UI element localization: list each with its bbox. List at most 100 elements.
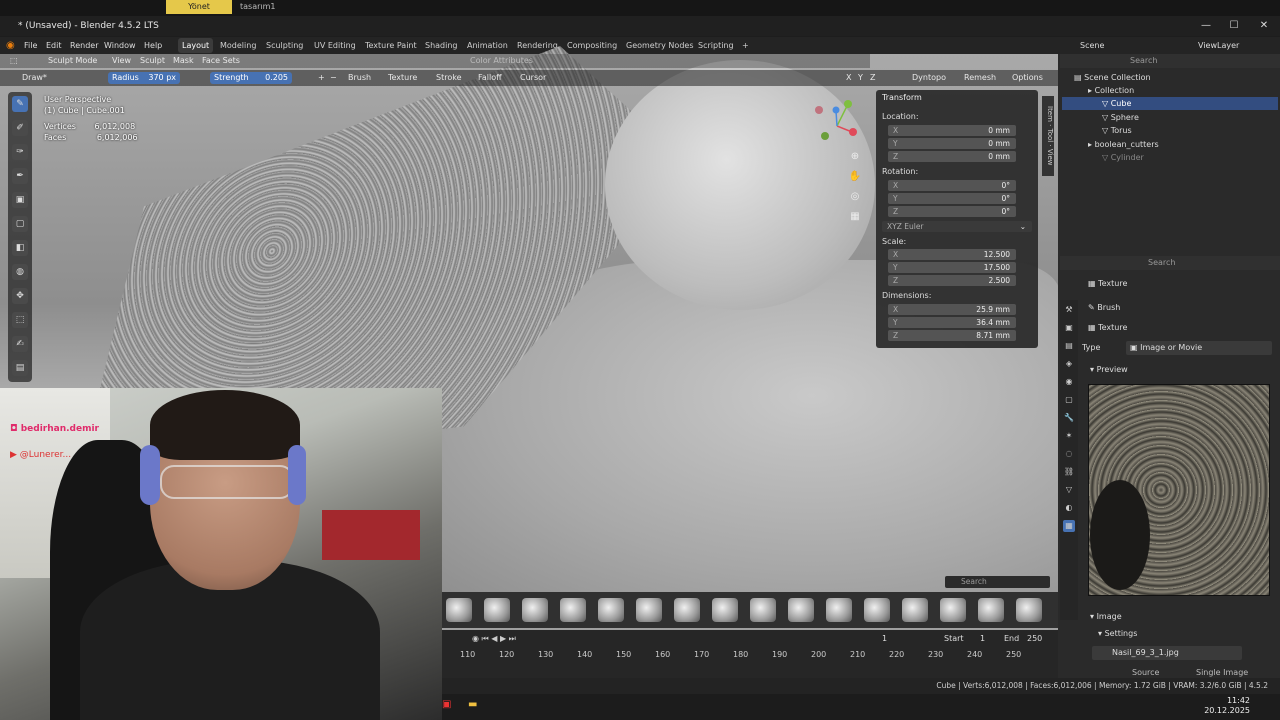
location-z-field[interactable]: Z0 mm [888, 151, 1016, 162]
outliner-search[interactable]: Search [1130, 56, 1157, 65]
particles-tab-icon[interactable]: ✶ [1063, 430, 1075, 442]
scale-y-field[interactable]: Y 17.500 [888, 262, 1016, 273]
brush-thumbnail[interactable] [1016, 598, 1042, 622]
brush-thumbnail[interactable] [636, 598, 662, 622]
radius-field[interactable]: Radius 370 px [108, 72, 180, 84]
add-direction-button[interactable]: + [318, 70, 325, 86]
brush-thumbnail[interactable] [446, 598, 472, 622]
texture-user-brush[interactable]: ✎ Brush [1088, 301, 1120, 315]
brush-thumbnail[interactable] [864, 598, 890, 622]
brush-thumbnail[interactable] [522, 598, 548, 622]
tab-layout[interactable]: Layout [178, 38, 214, 53]
outliner-item[interactable]: ▤ Scene Collection [1074, 71, 1274, 84]
dyntopo-menu[interactable]: Dyntopo [912, 70, 946, 86]
dimensions-y-field[interactable]: Y 36.4 mm [888, 317, 1016, 328]
minimize-button[interactable]: — [1192, 16, 1220, 36]
blender-logo-icon[interactable]: ◉ [6, 37, 15, 54]
move-tool-icon[interactable]: ✥ [12, 288, 28, 304]
modifier-tab-icon[interactable]: 🔧 [1063, 412, 1075, 424]
remesh-menu[interactable]: Remesh [964, 70, 996, 86]
color-attributes-selector[interactable]: Color Attributes [470, 54, 533, 68]
scene-tab-icon[interactable]: ◈ [1063, 358, 1075, 370]
pan-hand-icon[interactable]: ✋ [848, 170, 862, 184]
camera-view-icon[interactable]: ◎ [848, 190, 862, 204]
brush-thumbnail[interactable] [484, 598, 510, 622]
image-panel-header[interactable]: ▾ Image [1090, 610, 1122, 624]
transform-tool-icon[interactable]: ⬚ [12, 312, 28, 328]
brush-menu[interactable]: Brush [348, 70, 371, 86]
timeline-controls[interactable]: ◉ ⏮ ◀ ▶ ⏭ [472, 634, 516, 644]
strength-field[interactable]: Strength 0.205 [210, 72, 292, 84]
world-tab-icon[interactable]: ◉ [1063, 376, 1075, 388]
cursor-menu[interactable]: Cursor [520, 70, 546, 86]
mesh-filter-tool-icon[interactable]: ◍ [12, 264, 28, 280]
preview-panel-header[interactable]: ▾ Preview [1090, 363, 1128, 377]
tab-scripting[interactable]: Scripting [694, 38, 738, 53]
tab-compositing[interactable]: Compositing [563, 38, 621, 53]
current-frame[interactable]: 1 [882, 634, 887, 643]
tab-sculpting[interactable]: Sculpting [262, 38, 307, 53]
rotation-z-field[interactable]: Z 0° [888, 206, 1016, 217]
outliner-item[interactable]: ▽ Cylinder [1102, 151, 1278, 164]
outliner-item-selected[interactable]: ▽ Cube [1062, 97, 1278, 110]
menu-mask[interactable]: Mask [173, 54, 194, 68]
tab-texture-paint[interactable]: Texture Paint [361, 38, 421, 53]
location-x-field[interactable]: X0 mm [888, 125, 1016, 136]
dimensions-x-field[interactable]: X 25.9 mm [888, 304, 1016, 315]
symmetry-x[interactable]: X [846, 70, 851, 86]
mode-selector[interactable]: Sculpt Mode [48, 54, 97, 68]
browser-tab-active[interactable]: Yönet [166, 0, 232, 14]
tab-modeling[interactable]: Modeling [216, 38, 260, 53]
smear-tool-icon[interactable]: ✒ [12, 168, 28, 184]
object-tab-icon[interactable]: ▢ [1063, 394, 1075, 406]
outliner-item[interactable]: ▽ Torus [1102, 124, 1278, 137]
output-tab-icon[interactable]: ▤ [1063, 340, 1075, 352]
tab-shading[interactable]: Shading [421, 38, 462, 53]
transform-header[interactable]: Transform [882, 92, 1032, 104]
box-mask-tool-icon[interactable]: ▣ [12, 192, 28, 208]
data-tab-icon[interactable]: ▽ [1063, 484, 1075, 496]
draw-brush-tool-icon[interactable]: ✎ [12, 96, 28, 112]
menu-window[interactable]: Window [104, 37, 136, 54]
brush-thumbnail[interactable] [826, 598, 852, 622]
start-frame[interactable]: 1 [980, 634, 985, 643]
menu-file[interactable]: File [24, 37, 37, 54]
outliner-item[interactable]: ▸ Collection [1088, 84, 1274, 97]
texture-menu[interactable]: Texture [388, 70, 417, 86]
settings-panel-header[interactable]: ▾ Settings [1098, 627, 1137, 641]
brush-thumbnail[interactable] [750, 598, 776, 622]
falloff-menu[interactable]: Falloff [478, 70, 502, 86]
view-layer-selector[interactable]: ViewLayer [1198, 37, 1239, 54]
rotation-x-field[interactable]: X 0° [888, 180, 1016, 191]
add-workspace-button[interactable]: + [738, 38, 753, 53]
folder-icon[interactable]: ▬ [468, 699, 477, 710]
brush-thumbnail[interactable] [940, 598, 966, 622]
rotation-mode-dropdown[interactable]: XYZ Euler ⌄ [882, 221, 1032, 232]
zoom-icon[interactable]: ⊕ [848, 150, 862, 164]
menu-edit[interactable]: Edit [46, 37, 62, 54]
tab-geometry-nodes[interactable]: Geometry Nodes [622, 38, 697, 53]
properties-search[interactable]: Search [1148, 258, 1175, 267]
brush-thumbnail[interactable] [598, 598, 624, 622]
image-file-field[interactable]: Nasil_69_3_1.jpg [1092, 646, 1242, 660]
scale-x-field[interactable]: X 12.500 [888, 249, 1016, 260]
menu-render[interactable]: Render [70, 37, 98, 54]
brush-thumbnail[interactable] [674, 598, 700, 622]
tab-item[interactable]: Item [1046, 106, 1054, 122]
paint-tool-icon[interactable]: ✑ [12, 144, 28, 160]
end-frame[interactable]: 250 [1027, 634, 1042, 643]
brush-thumbnail[interactable] [560, 598, 586, 622]
timeline[interactable]: ◉ ⏮ ◀ ▶ ⏭ 1 Start 1 End 250 [442, 630, 1058, 678]
stroke-menu[interactable]: Stroke [436, 70, 462, 86]
brush-thumbnail[interactable] [978, 598, 1004, 622]
symmetry-z[interactable]: Z [870, 70, 875, 86]
outliner-item[interactable]: ▽ Sphere [1102, 111, 1278, 124]
options-menu[interactable]: Options [1012, 70, 1043, 86]
dimensions-z-field[interactable]: Z 8.71 mm [888, 330, 1016, 341]
scale-z-field[interactable]: Z 2.500 [888, 275, 1016, 286]
tab-tool[interactable]: Tool [1046, 129, 1054, 143]
close-button[interactable]: ✕ [1250, 16, 1278, 36]
navigation-gizmo[interactable] [812, 98, 862, 144]
constraints-tab-icon[interactable]: ⛓ [1063, 466, 1075, 478]
menu-help[interactable]: Help [144, 37, 162, 54]
